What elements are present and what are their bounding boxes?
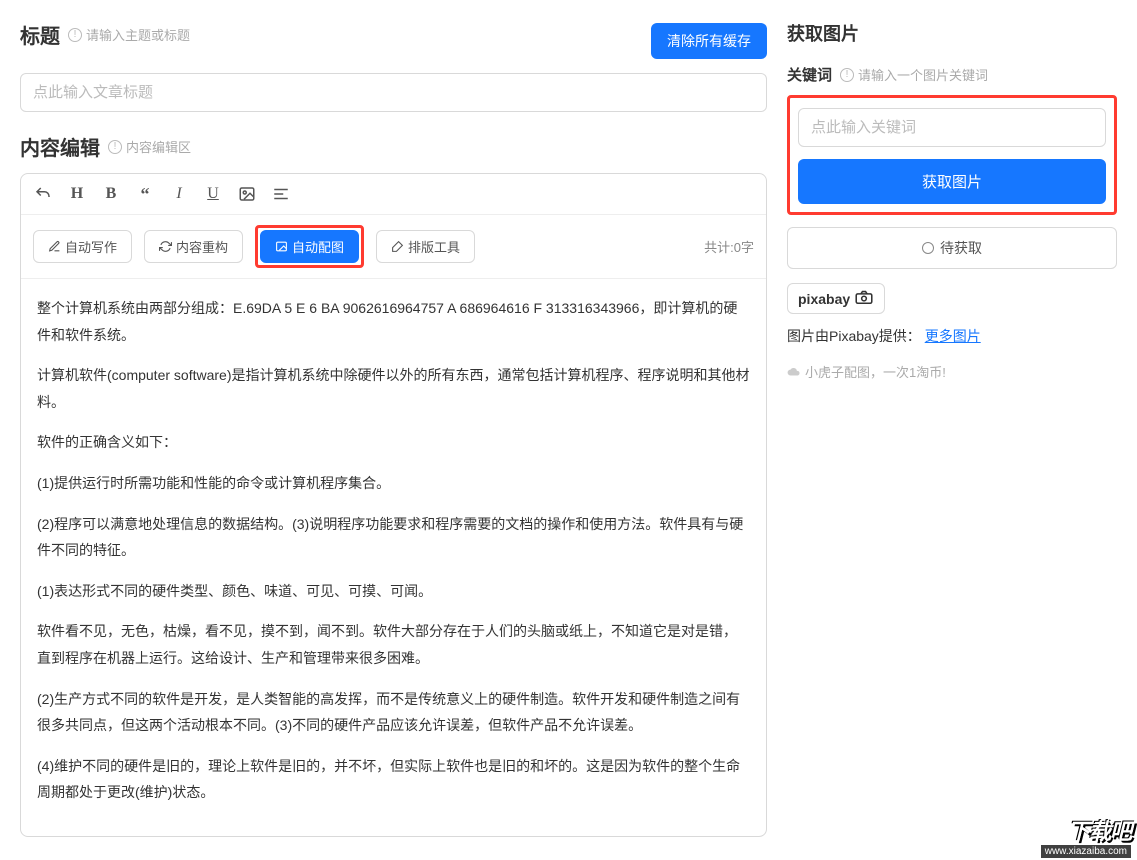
content-paragraph: 计算机软件(computer software)是指计算机系统中除硬件以外的所有… (37, 362, 750, 415)
editor-section-hint: ! 内容编辑区 (108, 137, 191, 156)
word-count: 共计:0字 (704, 237, 754, 256)
content-paragraph: (1)表达形式不同的硬件类型、颜色、味道、可见、可摸、可闻。 (37, 578, 750, 605)
pixabay-badge: pixabay (787, 283, 885, 314)
auto-write-button[interactable]: 自动写作 (33, 230, 132, 263)
provider-row: 图片由Pixabay提供： 更多图片 (787, 326, 1117, 346)
keyword-input[interactable] (798, 108, 1106, 147)
editor-section-label: 内容编辑 (20, 132, 100, 161)
more-images-link[interactable]: 更多图片 (925, 328, 981, 344)
bold-icon[interactable]: B (101, 184, 121, 204)
content-paragraph: 软件的正确含义如下： (37, 429, 750, 456)
action-toolbar: 自动写作 内容重构 自动配图 排版工具 共计:0字 (21, 215, 766, 279)
format-toolbar: H B “ I U (21, 174, 766, 215)
title-header-row: 标题 ! 请输入主题或标题 清除所有缓存 (20, 20, 767, 61)
clear-cache-button[interactable]: 清除所有缓存 (651, 23, 767, 59)
image-sidebar: 获取图片 关键词 ! 请输入一个图片关键词 获取图片 待获取 pixabay 图… (787, 20, 1117, 840)
info-icon: ! (108, 140, 122, 154)
keyword-label: 关键词 (787, 64, 832, 85)
info-icon: ! (840, 68, 854, 82)
align-left-icon[interactable] (271, 184, 291, 204)
keyword-hint: ! 请输入一个图片关键词 (840, 65, 988, 84)
content-paragraph: 软件看不见，无色，枯燥，看不见，摸不到，闻不到。软件大部分存在于人们的头脑或纸上… (37, 618, 750, 671)
heading-icon[interactable]: H (67, 184, 87, 204)
fetch-image-button[interactable]: 获取图片 (798, 159, 1106, 204)
article-title-input[interactable] (20, 73, 767, 112)
camera-icon (854, 290, 874, 307)
pending-button[interactable]: 待获取 (787, 227, 1117, 269)
keyword-highlight-box: 获取图片 (787, 95, 1117, 215)
promo-row: 小虎子配图，一次1淘币! (787, 362, 1117, 381)
content-paragraph: (2)生产方式不同的软件是开发，是人类智能的高发挥，而不是传统意义上的硬件制造。… (37, 686, 750, 739)
image-icon[interactable] (237, 184, 257, 204)
content-paragraph: (1)提供运行时所需功能和性能的命令或计算机程序集合。 (37, 470, 750, 497)
info-icon: ! (68, 28, 82, 42)
undo-icon[interactable] (33, 184, 53, 204)
content-paragraph: (4)维护不同的硬件是旧的，理论上软件是旧的，并不坏，但实际上软件也是旧的和坏的… (37, 753, 750, 806)
content-paragraph: 整个计算机系统由两部分组成：E.69DA 5 E 6 BA 9062616964… (37, 295, 750, 348)
title-section-hint: ! 请输入主题或标题 (68, 25, 190, 44)
layout-tool-button[interactable]: 排版工具 (376, 230, 475, 263)
italic-icon[interactable]: I (169, 184, 189, 204)
editor-content[interactable]: 整个计算机系统由两部分组成：E.69DA 5 E 6 BA 9062616964… (21, 279, 766, 836)
underline-icon[interactable]: U (203, 184, 223, 204)
auto-image-highlight: 自动配图 (255, 225, 364, 268)
sidebar-title: 获取图片 (787, 20, 1117, 46)
content-paragraph: (2)程序可以满意地处理信息的数据结构。(3)说明程序功能要求和程序需要的文档的… (37, 511, 750, 564)
cloud-icon (787, 367, 801, 377)
editor-box: H B “ I U 自动写作 内容重构 (20, 173, 767, 837)
auto-image-button[interactable]: 自动配图 (260, 230, 359, 263)
content-rebuild-button[interactable]: 内容重构 (144, 230, 243, 263)
editor-header-row: 内容编辑 ! 内容编辑区 (20, 132, 767, 161)
circle-icon (922, 242, 934, 254)
title-section-label: 标题 (20, 20, 60, 49)
quote-icon[interactable]: “ (135, 184, 155, 204)
